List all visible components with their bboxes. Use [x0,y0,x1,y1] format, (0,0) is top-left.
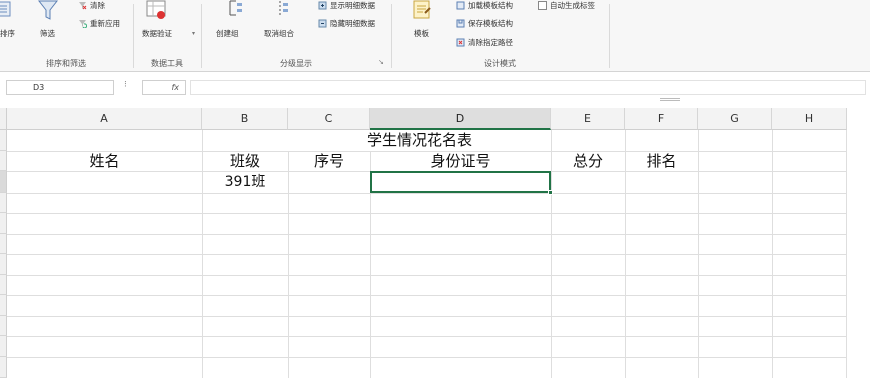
row-header[interactable] [0,151,7,171]
design-mode-group: 模板 加载模板结构 保存模板结构 清除指定路径 自动生成标签 设计模式 [392,0,608,71]
header-cell-class[interactable]: 班级 [202,151,288,171]
select-all-corner[interactable] [0,108,7,130]
sort-icon[interactable] [0,0,16,22]
header-cell-id[interactable]: 身份证号 [370,151,551,171]
gridline [7,234,847,235]
row-header[interactable] [0,130,7,151]
template-icon[interactable] [412,0,434,22]
gridline [7,275,847,276]
column-header-g[interactable]: G [698,108,772,130]
column-header-b[interactable]: B [202,108,288,130]
column-header-h[interactable]: H [772,108,847,130]
column-header-e[interactable]: E [551,108,625,130]
auto-label-checkbox[interactable]: 自动生成标签 [538,0,595,11]
clear-path-button[interactable]: 清除指定路径 [456,37,513,48]
row-header[interactable] [0,357,7,378]
sort-filter-group: 排序 筛选 清除 重新应用 排序和筛选 [0,0,132,71]
outline-group: 创建组 取消组合 显示明细数据 隐藏明细数据 分级显示 ↘ [202,0,390,71]
gridline [7,336,847,337]
sheet-title-cell[interactable]: 学生情况花名表 [288,130,551,151]
row-header[interactable] [0,295,7,316]
header-cell-seq[interactable]: 序号 [288,151,370,171]
reapply-icon [78,19,88,29]
row-header[interactable] [0,171,7,193]
checkbox-icon [538,1,547,10]
formula-bar: D3 ⁝ fx [0,72,870,102]
row-header[interactable] [0,336,7,357]
column-header-f[interactable]: F [625,108,698,130]
row-header[interactable] [0,316,7,336]
template-button[interactable]: 模板 [414,28,429,39]
row-header[interactable] [0,254,7,275]
show-detail-button[interactable]: 显示明细数据 [318,0,375,11]
filter-icon[interactable] [37,0,59,22]
header-cell-total[interactable]: 总分 [551,151,625,171]
load-template-icon [456,1,465,10]
save-template-button[interactable]: 保存模板结构 [456,18,513,29]
sort-button[interactable]: 排序 [0,28,15,39]
column-header-c[interactable]: C [288,108,370,130]
gridline [7,316,847,317]
clear-path-icon [456,38,465,47]
row-header[interactable] [0,193,7,213]
group-rows-icon[interactable] [222,0,244,22]
group-button[interactable]: 创建组 [216,28,239,39]
data-tools-group: 数据验证 ▾ 数据工具 [134,0,200,71]
ungroup-button[interactable]: 取消组合 [264,28,294,39]
hide-detail-button[interactable]: 隐藏明细数据 [318,18,375,29]
group-separator [609,4,610,68]
insert-function-button[interactable]: fx [142,80,186,95]
data-validation-button[interactable]: 数据验证 [142,28,172,39]
resize-handle[interactable] [660,98,680,101]
ungroup-rows-icon[interactable] [272,0,294,22]
gridline [7,193,847,194]
header-cell-name[interactable]: 姓名 [7,151,202,171]
save-template-icon [456,19,465,28]
hide-detail-icon [318,19,327,28]
clear-filter-button[interactable]: 清除 [78,0,105,11]
outline-group-label: 分级显示 [280,59,312,68]
class-value-cell[interactable]: 391班 [202,171,288,193]
gridline [7,254,847,255]
gridline [7,295,847,296]
gridline [7,213,847,214]
fill-handle[interactable] [548,190,553,195]
design-mode-group-label: 设计模式 [484,59,516,68]
data-tools-group-label: 数据工具 [151,59,183,68]
sort-filter-group-label: 排序和筛选 [46,59,86,68]
ribbon: 排序 筛选 清除 重新应用 排序和筛选 数据验证 ▾ 数据工具 创建组 取消组合… [0,0,870,72]
row-header[interactable] [0,234,7,254]
gridline [7,357,847,358]
formula-input[interactable] [190,80,866,95]
data-validation-icon[interactable] [146,0,168,22]
column-header-a[interactable]: A [7,108,202,130]
filter-button[interactable]: 筛选 [40,28,55,39]
chevron-down-icon[interactable]: ▾ [192,30,195,37]
formula-bar-dots: ⁝ [124,80,127,90]
row-header[interactable] [0,275,7,295]
column-header-d[interactable]: D [370,108,551,130]
load-template-button[interactable]: 加载模板结构 [456,0,513,11]
row-header[interactable] [0,213,7,234]
show-detail-icon [318,1,327,10]
header-cell-rank[interactable]: 排名 [625,151,698,171]
reapply-button[interactable]: 重新应用 [78,18,120,29]
active-cell-d3[interactable] [370,171,551,193]
name-box[interactable]: D3 [6,80,114,95]
dialog-launcher-icon[interactable]: ↘ [378,58,384,66]
clear-filter-icon [78,1,87,10]
sheet-right-margin [847,108,870,378]
